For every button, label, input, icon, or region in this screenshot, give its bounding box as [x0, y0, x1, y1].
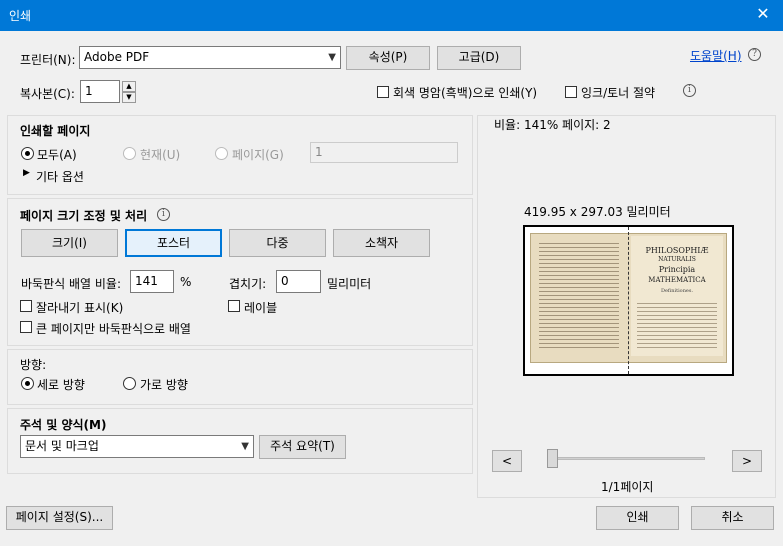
overlap-unit: 밀리미터 [327, 277, 372, 291]
tile-scale-input[interactable]: 141 [130, 270, 174, 293]
page-counter: 1/1페이지 [601, 480, 654, 494]
page-range-radio[interactable] [215, 147, 228, 160]
printer-value: Adobe PDF [84, 50, 150, 64]
copies-down-icon[interactable]: ▼ [122, 92, 136, 103]
orientation-title: 방향: [20, 358, 47, 372]
large-pages-checkbox[interactable] [20, 321, 32, 333]
tile-scale-label: 바둑판식 배열 비율: [21, 277, 121, 291]
grayscale-checkbox[interactable] [377, 86, 389, 98]
tile-divider [628, 227, 629, 374]
book-title-4: MATHEMATICA [648, 276, 706, 284]
large-pages-label: 큰 페이지만 바둑판식으로 배열 [36, 322, 191, 336]
current-page-label: 현재(U) [140, 148, 181, 162]
poster-button[interactable]: 포스터 [125, 229, 222, 257]
copies-label: 복사본(C): [20, 87, 75, 101]
printer-label: 프린터(N): [20, 53, 76, 67]
cancel-button[interactable]: 취소 [691, 506, 774, 530]
tile-scale-unit: % [180, 275, 192, 289]
more-options[interactable]: 기타 옵션 [36, 168, 84, 185]
preview-status: 비율: 141% 페이지: 2 [494, 118, 611, 132]
comments-value: 문서 및 마크업 [25, 439, 99, 453]
size-button[interactable]: 크기(I) [21, 229, 118, 257]
preview-size: 419.95 x 297.03 밀리미터 [524, 205, 671, 219]
labels-checkbox[interactable] [228, 300, 240, 312]
page-range-label: 페이지(G) [232, 148, 284, 162]
labels-label: 레이블 [244, 301, 278, 315]
properties-button[interactable]: 속성(P) [346, 46, 430, 70]
booklet-button[interactable]: 소책자 [333, 229, 430, 257]
advanced-button[interactable]: 고급(D) [437, 46, 521, 70]
sizing-title: 페이지 크기 조정 및 처리 [20, 209, 148, 223]
pages-title: 인쇄할 페이지 [20, 124, 91, 138]
info-icon[interactable]: i [683, 84, 696, 97]
comments-title: 주석 및 양식(M) [20, 418, 107, 432]
page-setup-button[interactable]: 페이지 설정(S)... [6, 506, 113, 530]
grayscale-label: 회색 명암(흑백)으로 인쇄(Y) [393, 86, 538, 100]
portrait-radio[interactable] [21, 377, 34, 390]
overlap-input[interactable]: 0 [276, 270, 321, 293]
all-pages-radio[interactable] [21, 147, 34, 160]
book-left-page [539, 240, 619, 350]
window-title: 인쇄 [9, 9, 32, 23]
comments-select[interactable]: 문서 및 마크업 ▼ [20, 435, 254, 458]
landscape-radio[interactable] [123, 377, 136, 390]
book-right-text [637, 300, 717, 350]
save-ink-checkbox[interactable] [565, 86, 577, 98]
page-range-input[interactable]: 1 [310, 142, 458, 163]
close-icon[interactable]: ✕ [751, 4, 775, 23]
help-icon[interactable]: ? [748, 48, 761, 61]
printer-select[interactable]: Adobe PDF ▼ [79, 46, 341, 69]
current-page-radio[interactable] [123, 147, 136, 160]
copies-up-icon[interactable]: ▲ [122, 81, 136, 92]
prev-page-button[interactable]: < [492, 450, 522, 472]
portrait-label: 세로 방향 [37, 378, 85, 392]
title-bar: 인쇄 ✕ [0, 0, 783, 31]
book-title-5: Definitiones. [660, 288, 694, 294]
multiple-button[interactable]: 다중 [229, 229, 326, 257]
save-ink-label: 잉크/토너 절약 [581, 86, 656, 100]
book-title-3: Principia [658, 265, 696, 274]
overlap-label: 겹치기: [229, 277, 267, 291]
print-button[interactable]: 인쇄 [596, 506, 679, 530]
expand-icon[interactable]: ▶ [23, 168, 30, 178]
cut-marks-checkbox[interactable] [20, 300, 32, 312]
copies-input[interactable]: 1 [80, 80, 120, 103]
chevron-down-icon: ▼ [328, 52, 336, 63]
next-page-button[interactable]: > [732, 450, 762, 472]
cut-marks-label: 잘라내기 표시(K) [36, 301, 124, 315]
help-link[interactable]: 도움말(H) [690, 47, 742, 64]
book-title-2: NATURALIS [658, 256, 696, 263]
chevron-down-icon: ▼ [241, 441, 249, 452]
page-slider-track[interactable] [548, 457, 705, 460]
preview-page: PHILOSOPHIÆ NATURALIS Principia MATHEMAT… [523, 225, 734, 376]
info-icon[interactable]: i [157, 208, 170, 221]
page-slider-thumb[interactable] [547, 449, 558, 468]
summarize-comments-button[interactable]: 주석 요약(T) [259, 435, 346, 459]
book-title-1: PHILOSOPHIÆ [645, 246, 709, 255]
book-right-page: PHILOSOPHIÆ NATURALIS Principia MATHEMAT… [631, 236, 723, 356]
all-pages-label: 모두(A) [37, 148, 77, 162]
landscape-label: 가로 방향 [140, 378, 188, 392]
